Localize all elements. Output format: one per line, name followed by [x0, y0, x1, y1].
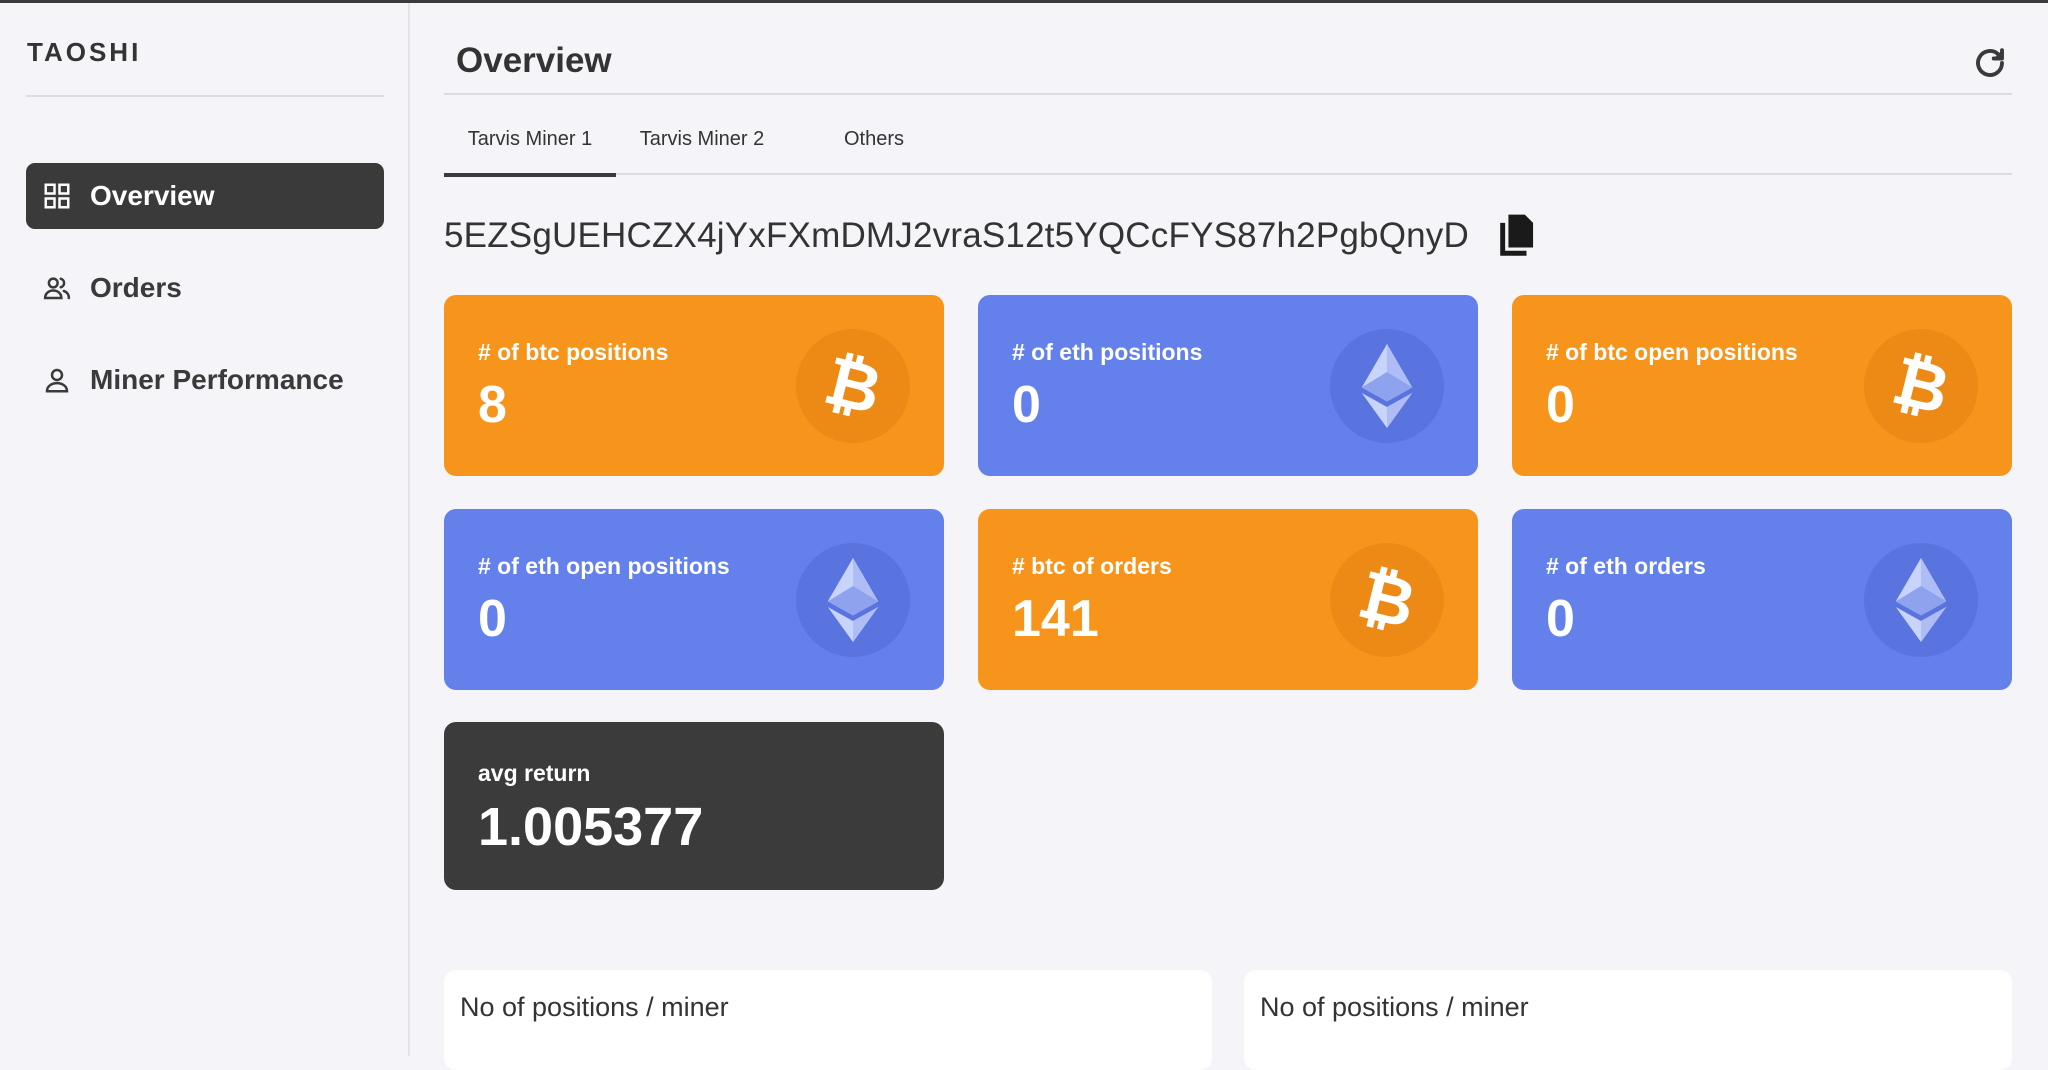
stat-card-btc-open-positions: # of btc open positions 0 ₿ — [1512, 295, 2012, 476]
main-content: Overview Tarvis Miner 1 Tarvis Miner 2 O… — [412, 3, 2048, 1070]
miner-address: 5EZSgUEHCZX4jYxFXmDMJ2vraS12t5YQCcFYS87h… — [444, 216, 1469, 255]
bitcoin-icon: ₿ — [796, 329, 910, 443]
panel-title: No of positions / miner — [1260, 992, 1529, 1022]
stat-label: # of btc positions — [478, 339, 669, 365]
stat-value: 0 — [1012, 376, 1041, 434]
panel-title: No of positions / miner — [460, 992, 729, 1022]
users-icon — [42, 273, 72, 303]
stat-card-btc-positions: # of btc positions 8 ₿ — [444, 295, 944, 476]
tab-others[interactable]: Others — [788, 103, 960, 175]
taoshi-logo: TAOSHI — [27, 37, 142, 67]
sidebar-divider — [26, 95, 384, 97]
ethereum-icon — [1864, 543, 1978, 657]
stat-label: # of eth open positions — [478, 553, 730, 579]
sidebar-item-orders[interactable]: Orders — [26, 255, 384, 321]
stat-value: 0 — [1546, 376, 1575, 434]
stat-value: 0 — [478, 590, 507, 648]
sidebar-item-label: Orders — [90, 272, 182, 303]
tab-tarvis-miner-1[interactable]: Tarvis Miner 1 — [444, 103, 616, 177]
header-divider — [444, 93, 2012, 95]
stat-label: # of eth orders — [1546, 553, 1706, 579]
stat-label: # btc of orders — [1012, 553, 1172, 579]
user-icon — [42, 365, 72, 395]
stat-label: # of btc open positions — [1546, 339, 1798, 365]
ethereum-icon — [1330, 329, 1444, 443]
stat-card-eth-orders: # of eth orders 0 — [1512, 509, 2012, 690]
bitcoin-icon: ₿ — [1864, 329, 1978, 443]
svg-text:₿: ₿ — [1352, 565, 1422, 635]
sidebar-item-overview[interactable]: Overview — [26, 163, 384, 229]
sidebar: TAOSHI Overview Orders Miner Performance — [0, 3, 410, 1056]
grid-icon — [42, 181, 72, 211]
stat-value: 141 — [1012, 590, 1099, 648]
sidebar-item-miner-performance[interactable]: Miner Performance — [26, 347, 384, 413]
sidebar-item-label: Miner Performance — [90, 364, 344, 395]
chart-panel-positions-per-miner-2: No of positions / miner — [1244, 970, 2012, 1070]
stat-label: # of eth positions — [1012, 339, 1203, 365]
stat-label: avg return — [478, 760, 591, 786]
svg-text:₿: ₿ — [1886, 351, 1956, 421]
copy-icon[interactable] — [1495, 213, 1535, 259]
chart-panel-positions-per-miner: No of positions / miner — [444, 970, 1212, 1070]
stat-card-eth-open-positions: # of eth open positions 0 — [444, 509, 944, 690]
bitcoin-icon: ₿ — [1330, 543, 1444, 657]
stat-card-eth-positions: # of eth positions 0 — [978, 295, 1478, 476]
refresh-icon[interactable] — [1972, 45, 2008, 81]
miner-address-row: 5EZSgUEHCZX4jYxFXmDMJ2vraS12t5YQCcFYS87h… — [444, 213, 1535, 259]
svg-text:₿: ₿ — [818, 351, 888, 421]
miner-tabs: Tarvis Miner 1 Tarvis Miner 2 Others — [444, 103, 2012, 177]
ethereum-icon — [796, 543, 910, 657]
stat-value: 8 — [478, 376, 507, 434]
stat-value: 0 — [1546, 590, 1575, 648]
tab-tarvis-miner-2[interactable]: Tarvis Miner 2 — [616, 103, 788, 175]
page-title: Overview — [456, 41, 612, 80]
stat-value: 1.005377 — [478, 797, 704, 857]
stat-card-avg-return: avg return 1.005377 — [444, 722, 944, 890]
stat-card-btc-orders: # btc of orders 141 ₿ — [978, 509, 1478, 690]
sidebar-item-label: Overview — [90, 180, 215, 211]
